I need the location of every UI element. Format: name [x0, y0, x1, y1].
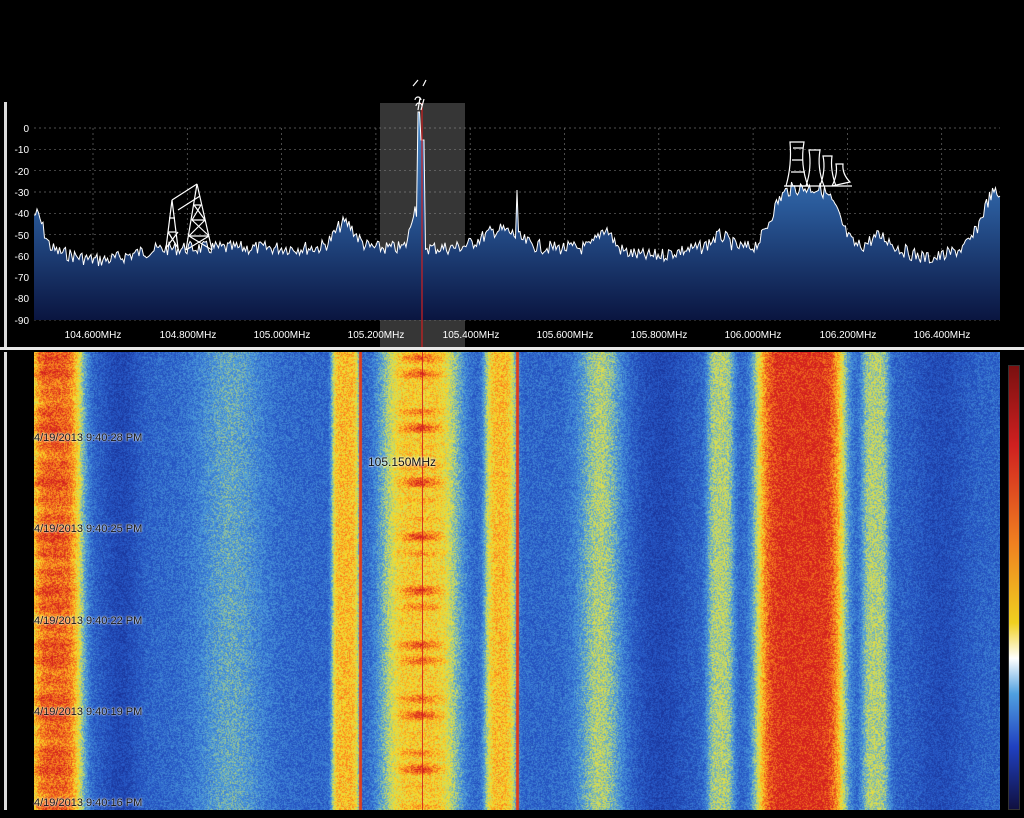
waterfall-left-border — [4, 352, 7, 810]
y-tick-label: -50 — [15, 231, 30, 242]
panel-divider[interactable] — [0, 347, 1024, 350]
waterfall-timestamp: 4/19/2013 9:40:28 PM — [34, 432, 143, 444]
x-tick-label: 106.200MHz — [820, 330, 877, 341]
spectrum-plot[interactable]: 0 -10 -20 -30 -40 -50 -60 -70 -80 -90 10… — [0, 0, 1024, 350]
x-tick-label: 105.600MHz — [537, 330, 594, 341]
cooling-towers-sketch — [784, 141, 852, 187]
y-tick-label: -90 — [15, 316, 30, 327]
radio-tower-sketch — [165, 183, 213, 251]
waterfall-timestamp: 4/19/2013 9:40:16 PM — [34, 797, 143, 809]
y-axis-ticks: 0 -10 -20 -30 -40 -50 -60 -70 -80 -90 — [15, 124, 30, 327]
y-tick-label: 0 — [23, 124, 29, 135]
x-axis-ticks: 104.600MHz 104.800MHz 105.000MHz 105.200… — [65, 330, 971, 341]
y-tick-label: -10 — [15, 145, 30, 156]
x-tick-label: 104.800MHz — [160, 330, 217, 341]
waterfall-panel[interactable] — [34, 352, 1000, 810]
x-tick-label: 106.400MHz — [914, 330, 971, 341]
cursor-frequency-label: 105.150MHz — [368, 455, 437, 469]
x-tick-label: 106.000MHz — [725, 330, 782, 341]
waterfall-spectrogram[interactable] — [34, 352, 1000, 810]
y-tick-label: -60 — [15, 252, 30, 263]
waterfall-timestamp: 4/19/2013 9:40:22 PM — [34, 615, 143, 627]
y-tick-label: -70 — [15, 273, 30, 284]
waterfall-timestamp: 4/19/2013 9:40:25 PM — [34, 523, 143, 535]
y-tick-label: -20 — [15, 167, 30, 178]
y-tick-label: -80 — [15, 294, 30, 305]
x-tick-label: 105.000MHz — [254, 330, 311, 341]
spectrum-panel[interactable]: 0 -10 -20 -30 -40 -50 -60 -70 -80 -90 10… — [0, 0, 1024, 350]
x-tick-label: 105.400MHz — [443, 330, 500, 341]
x-tick-label: 105.800MHz — [631, 330, 688, 341]
waterfall-cursor-line[interactable] — [422, 352, 423, 810]
intensity-color-scale — [1008, 365, 1020, 810]
x-tick-label: 104.600MHz — [65, 330, 122, 341]
spectrum-fill — [34, 112, 1000, 320]
y-tick-label: -30 — [15, 188, 30, 199]
waterfall-timestamp: 4/19/2013 9:40:19 PM — [34, 706, 143, 718]
x-tick-label: 105.200MHz — [348, 330, 405, 341]
y-tick-label: -40 — [15, 209, 30, 220]
spectrum-analyzer-window: 0 -10 -20 -30 -40 -50 -60 -70 -80 -90 10… — [0, 0, 1024, 818]
